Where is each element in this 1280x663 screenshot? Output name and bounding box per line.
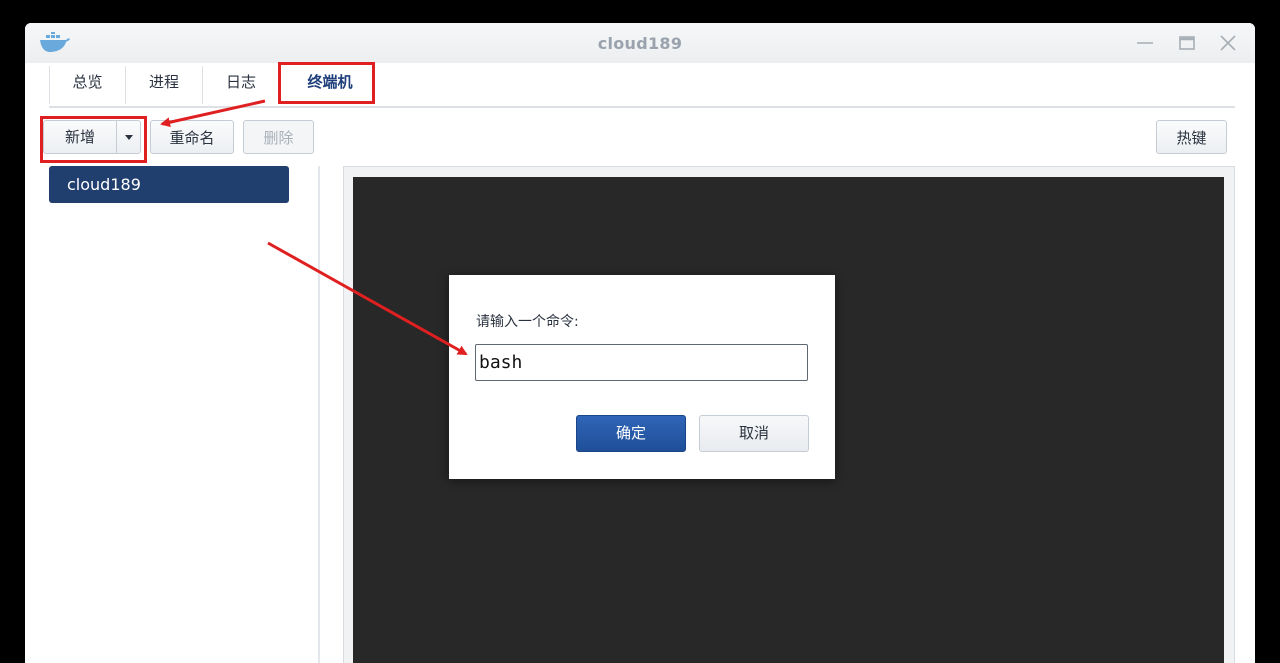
highlight-terminal-tab — [278, 62, 375, 104]
rename-button[interactable]: 重命名 — [150, 120, 234, 154]
hotkey-button[interactable]: 热键 — [1156, 120, 1227, 154]
delete-button[interactable]: 删除 — [243, 120, 314, 154]
tab-processes[interactable]: 进程 — [125, 66, 202, 104]
confirm-button[interactable]: 确定 — [576, 415, 686, 452]
panel-divider[interactable] — [318, 166, 320, 663]
sidebar-item-cloud189[interactable]: cloud189 — [49, 166, 289, 203]
maximize-icon[interactable] — [1176, 33, 1198, 53]
minimize-icon[interactable] — [1134, 33, 1156, 53]
cancel-button[interactable]: 取消 — [699, 415, 809, 452]
command-dialog: 请输入一个命令: 确定 取消 — [449, 275, 835, 479]
close-icon[interactable] — [1217, 33, 1239, 53]
tab-bar: 总览 进程 日志 终端机 — [49, 66, 1235, 108]
highlight-add-button — [40, 116, 147, 163]
title-bar[interactable]: cloud189 — [25, 23, 1255, 63]
container-window: cloud189 总览 进程 日志 终端机 新增 重命名 删除 热键 cloud… — [25, 23, 1255, 663]
command-input[interactable] — [475, 344, 808, 381]
tab-logs[interactable]: 日志 — [202, 66, 279, 104]
window-title: cloud189 — [597, 34, 683, 53]
tab-overview[interactable]: 总览 — [49, 66, 125, 104]
command-prompt-label: 请输入一个命令: — [476, 314, 579, 330]
